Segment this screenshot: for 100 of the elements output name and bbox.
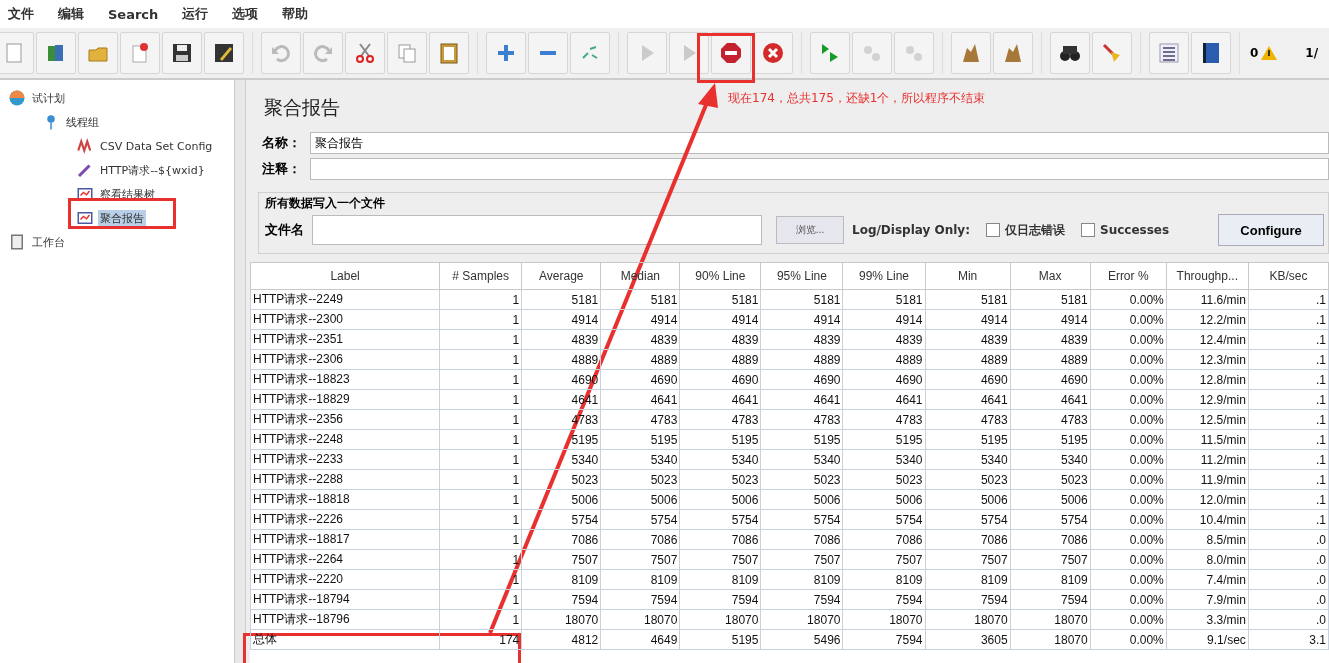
copy-icon <box>395 41 419 65</box>
browse-button[interactable]: 浏览... <box>776 216 844 244</box>
table-cell: 7507 <box>521 549 601 570</box>
binoculars-button[interactable] <box>1050 32 1090 74</box>
checkbox[interactable] <box>1081 223 1095 237</box>
column-header[interactable]: Average <box>521 262 601 290</box>
tree-item[interactable]: 试计划 <box>30 89 67 107</box>
books-button[interactable] <box>36 32 76 74</box>
table-cell: HTTP请求--2264 <box>250 549 440 570</box>
table-cell: HTTP请求--2249 <box>250 289 440 310</box>
table-cell: 4839 <box>600 329 680 350</box>
column-header[interactable]: Max <box>1010 262 1091 290</box>
scissors-button[interactable] <box>345 32 385 74</box>
folder-button[interactable] <box>78 32 118 74</box>
column-header[interactable]: Error % <box>1090 262 1167 290</box>
table-cell: 8109 <box>925 569 1011 590</box>
tree-item[interactable]: 聚合报告 <box>98 209 146 227</box>
table-cell: 1 <box>439 389 522 410</box>
column-header[interactable]: Min <box>925 262 1011 290</box>
table-cell: 8109 <box>679 569 761 590</box>
close-icon <box>761 41 785 65</box>
table-cell: 3605 <box>925 629 1011 650</box>
table-cell: 18070 <box>600 609 680 630</box>
filename-field[interactable] <box>312 215 762 245</box>
table-cell: 4839 <box>925 329 1011 350</box>
table-cell: 4641 <box>679 389 761 410</box>
menu-item[interactable]: Search <box>108 6 159 22</box>
table-cell: HTTP请求--2306 <box>250 349 440 370</box>
column-header[interactable]: 90% Line <box>679 262 761 290</box>
table-cell: 1 <box>439 469 522 490</box>
table-cell: 总体 <box>250 629 440 650</box>
table-cell: 5195 <box>679 429 761 450</box>
column-header[interactable]: # Samples <box>439 262 522 290</box>
table-cell: 3.1 <box>1248 629 1329 650</box>
checkbox[interactable] <box>986 223 1000 237</box>
warning-count: 0 <box>1250 46 1259 60</box>
comment-field[interactable] <box>310 158 1329 180</box>
table-cell: 0.00% <box>1090 349 1167 370</box>
clipboard-button[interactable] <box>429 32 469 74</box>
table-cell: 8109 <box>600 569 680 590</box>
menu-item[interactable]: 帮助 <box>282 5 309 23</box>
pipette-icon <box>76 161 94 179</box>
double-play-button[interactable] <box>810 32 850 74</box>
table-cell: 7507 <box>679 549 761 570</box>
floppy-pencil-button[interactable] <box>204 32 244 74</box>
table-cell: 4641 <box>843 389 926 410</box>
table-cell: .1 <box>1248 429 1329 450</box>
minus-button[interactable] <box>528 32 568 74</box>
table-cell: 4914 <box>521 309 601 330</box>
table-cell: .0 <box>1248 609 1329 630</box>
tree-item[interactable]: CSV Data Set Config <box>98 138 215 154</box>
table-cell: 5340 <box>679 449 761 470</box>
table-cell: 5195 <box>1010 429 1091 450</box>
table-cell: 11.5/min <box>1166 429 1249 450</box>
table-cell: 18070 <box>679 609 761 630</box>
column-header[interactable]: 99% Line <box>843 262 926 290</box>
table-cell: 7594 <box>760 589 843 610</box>
menu-item[interactable]: 选项 <box>232 5 259 23</box>
table-cell: .0 <box>1248 569 1329 590</box>
name-field[interactable]: 聚合报告 <box>310 132 1329 154</box>
checkbox-label: 仅日志错误 <box>1005 221 1065 239</box>
menu-item[interactable]: 运行 <box>182 5 209 23</box>
table-cell: 5754 <box>760 509 843 530</box>
table-cell: HTTP请求--18823 <box>250 369 440 390</box>
tree-item[interactable]: HTTP请求--${wxid} <box>98 161 207 179</box>
table-cell: 7594 <box>1010 589 1091 610</box>
stop-sign-button[interactable] <box>711 32 751 74</box>
configure-button[interactable]: Configure <box>1218 214 1324 246</box>
menu-item[interactable]: 编辑 <box>58 5 84 23</box>
panel-title: 聚合报告 <box>263 95 340 120</box>
table-cell: 8109 <box>521 569 601 590</box>
column-header[interactable]: 95% Line <box>760 262 843 290</box>
table-cell: 7.4/min <box>1166 569 1249 590</box>
table-cell: 1 <box>439 329 522 350</box>
menu-item[interactable]: 文件 <box>8 5 34 23</box>
table-cell: 18070 <box>760 609 843 630</box>
table-cell: 5754 <box>1010 509 1091 530</box>
table-cell: 5006 <box>600 489 680 510</box>
close-button[interactable] <box>753 32 793 74</box>
table-cell: 0.00% <box>1090 469 1167 490</box>
column-header[interactable]: Throughp... <box>1166 262 1249 290</box>
list-button[interactable] <box>1149 32 1189 74</box>
table-cell: 4690 <box>679 369 761 390</box>
table-cell: 5181 <box>843 289 926 310</box>
table-cell: 5006 <box>1010 489 1091 510</box>
plus-button[interactable] <box>486 32 526 74</box>
table-cell: .1 <box>1248 349 1329 370</box>
table-cell: 7.9/min <box>1166 589 1249 610</box>
floppy-disk-button[interactable] <box>162 32 202 74</box>
help-book-button[interactable] <box>1191 32 1231 74</box>
column-header[interactable]: KB/sec <box>1248 262 1329 290</box>
tree-item[interactable]: 线程组 <box>64 113 101 131</box>
tree-item[interactable]: 工作台 <box>30 233 67 251</box>
column-header[interactable]: Label <box>250 262 440 290</box>
table-cell: 18070 <box>521 609 601 630</box>
table-cell: 12.3/min <box>1166 349 1249 370</box>
table-cell: 11.2/min <box>1166 449 1249 470</box>
page-button[interactable] <box>120 32 160 74</box>
highlight-frame <box>697 33 755 83</box>
table-cell: 5023 <box>843 469 926 490</box>
